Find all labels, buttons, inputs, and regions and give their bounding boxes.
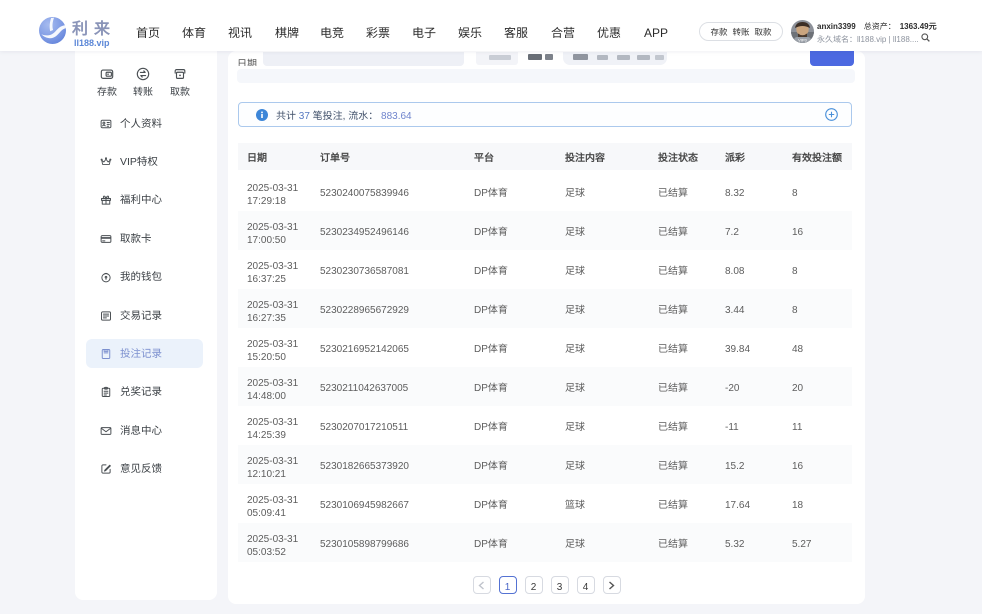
svg-text:VIP0: VIP0 bbox=[798, 38, 807, 44]
